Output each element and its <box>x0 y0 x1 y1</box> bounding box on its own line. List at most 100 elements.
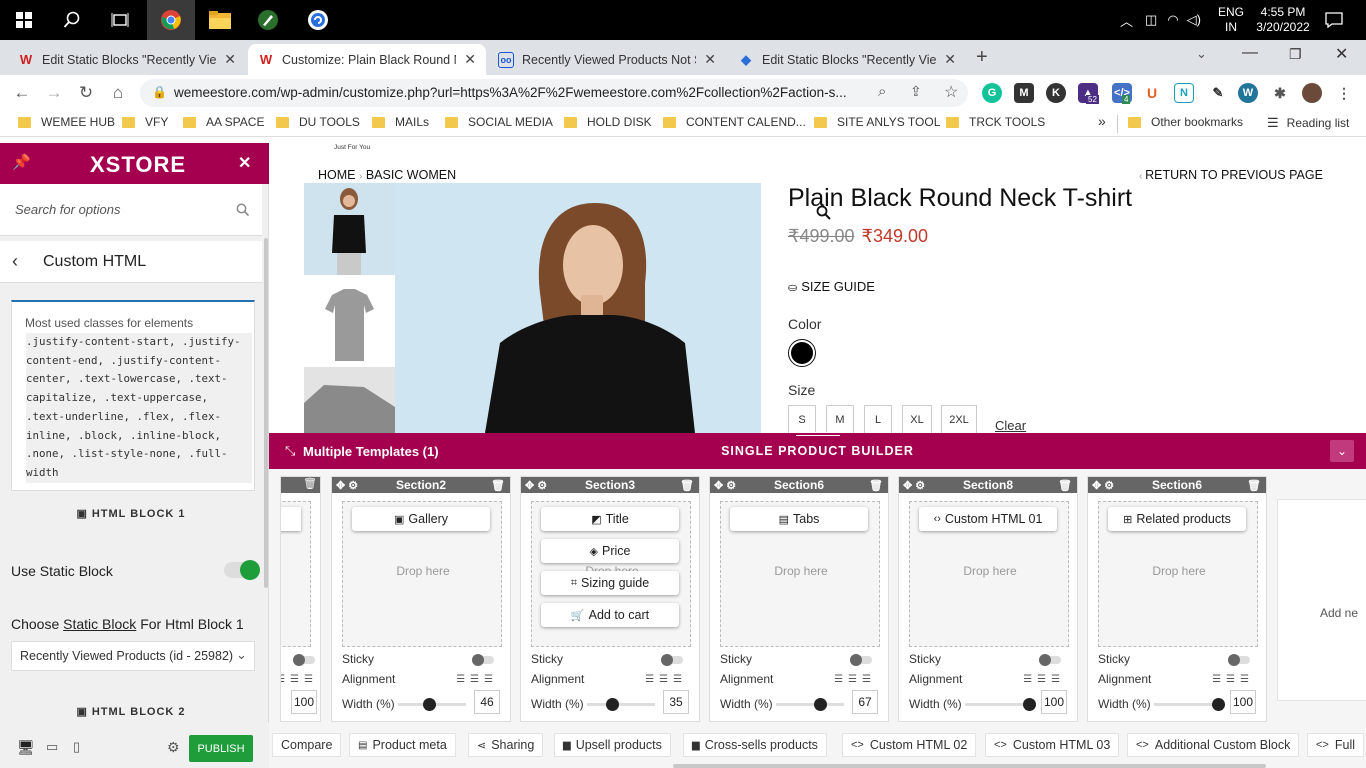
site-logo[interactable]: Just For You <box>331 143 395 157</box>
more-menu-icon[interactable]: ⋮ <box>1334 83 1354 103</box>
close-tab-icon[interactable]: ✕ <box>944 51 956 68</box>
color-swatch-black[interactable] <box>788 339 816 367</box>
width-input[interactable]: 35 <box>663 690 689 714</box>
trash-icon[interactable]: 🗑 <box>1058 479 1072 492</box>
collapse-chevron-icon[interactable]: ⌄ <box>1330 440 1354 462</box>
address-bar[interactable]: 🔒 wemeestore.com/wp-admin/customize.php?… <box>140 79 968 107</box>
reload-icon[interactable]: ↻ <box>74 81 98 105</box>
width-slider[interactable] <box>776 698 844 711</box>
tablet-preview-icon[interactable]: ▭ <box>46 739 58 755</box>
bookmark-folder[interactable]: CONTENT CALEND... <box>663 115 806 129</box>
task-view-icon[interactable] <box>96 0 144 40</box>
add-new-section[interactable]: Add ne <box>1277 499 1366 701</box>
width-slider[interactable] <box>965 698 1036 711</box>
block-chip[interactable]: ◩ Title <box>541 507 679 531</box>
alignment-icons[interactable]: ☰☰☰ <box>645 674 687 685</box>
alignment-icons[interactable]: ☰☰☰ <box>1212 674 1254 685</box>
search-input[interactable]: Search for options <box>15 202 121 217</box>
width-input[interactable]: 100 <box>291 690 317 714</box>
close-icon[interactable]: ✕ <box>238 153 251 173</box>
minimize-button[interactable]: — <box>1242 44 1258 62</box>
clock[interactable]: 4:55 PM 3/20/2022 <box>1254 5 1312 35</box>
browser-tab-1[interactable]: W Edit Static Blocks "Recently Viewed ✕ <box>8 44 246 75</box>
gallery-thumbnail[interactable] <box>304 183 395 275</box>
bookmark-folder[interactable]: SOCIAL MEDIA <box>445 115 553 129</box>
pin-icon[interactable]: 📌 <box>12 153 31 171</box>
product-main-image[interactable] <box>395 183 839 433</box>
block-cross-sells[interactable]: ▆ Cross-sells products <box>683 733 827 757</box>
bookmark-folder[interactable]: WEMEE HUB <box>18 115 115 129</box>
lock-icon[interactable]: 🔒 <box>152 85 167 99</box>
trash-icon[interactable]: 🗑 <box>491 479 505 492</box>
block-chip[interactable]: ◈ Price <box>541 539 679 563</box>
builder-section[interactable]: ✥ ⚙ Section6 🗑 Drop here ⊞ Related products St… <box>1087 476 1267 722</box>
slider-knob[interactable] <box>1023 698 1036 711</box>
section-header[interactable]: ✥ ⚙ Section2 🗑 <box>332 477 510 493</box>
profile-avatar[interactable] <box>1302 83 1322 103</box>
sticky-toggle[interactable] <box>1039 654 1061 666</box>
sidebar-scrollbar[interactable] <box>264 238 268 588</box>
file-explorer-icon[interactable] <box>196 0 244 40</box>
ublock-ext-icon[interactable]: U <box>1142 83 1162 103</box>
windows-start-icon[interactable] <box>0 0 48 40</box>
builder-section[interactable]: ✥ ⚙ Section2 🗑 Drop here ▣ Gallery Sticky Align… <box>331 476 511 722</box>
builder-section[interactable]: ✥ ⚙ Section8 🗑 Drop here ‹› Custom HTML 01 Sti… <box>898 476 1078 722</box>
builder-section[interactable]: ✥ ⚙ Section6 🗑 Drop here ▤ Tabs Sticky Alignmen… <box>709 476 889 722</box>
size-option-l[interactable]: L <box>864 405 892 435</box>
wifi-icon[interactable]: ◠ <box>1167 12 1178 28</box>
share-icon[interactable]: ⇪ <box>910 83 922 100</box>
back-chevron-icon[interactable]: ‹ <box>12 251 18 272</box>
other-bookmarks[interactable]: Other bookmarks <box>1128 115 1243 129</box>
forward-arrow-icon[interactable]: → <box>42 81 66 105</box>
reading-list[interactable]: ☰ Reading list <box>1267 115 1349 131</box>
bookmark-star-icon[interactable]: ☆ <box>944 82 958 102</box>
breadcrumb-home[interactable]: HOME <box>318 168 356 182</box>
volume-icon[interactable]: ◁) <box>1187 12 1201 28</box>
pen-app-icon[interactable] <box>244 0 292 40</box>
use-static-block-toggle[interactable] <box>224 560 260 580</box>
block-custom-html-03[interactable]: <> Custom HTML 03 <box>985 733 1120 757</box>
restore-button[interactable]: ❐ <box>1289 46 1302 63</box>
search-icon[interactable] <box>236 203 249 216</box>
close-tab-icon[interactable]: ✕ <box>224 51 236 68</box>
slider-knob[interactable] <box>814 698 827 711</box>
bookmark-folder[interactable]: VFY <box>122 115 168 129</box>
close-tab-icon[interactable]: ✕ <box>704 51 716 68</box>
trash-icon[interactable]: 🗑 <box>1247 479 1261 492</box>
block-chip[interactable]: ▣ Gallery <box>352 507 490 531</box>
new-tab-button[interactable]: + <box>976 46 988 69</box>
width-input[interactable]: 100 <box>1041 690 1067 714</box>
width-slider[interactable] <box>587 698 655 711</box>
sticky-toggle[interactable] <box>850 654 872 666</box>
section-header[interactable]: ✥ ⚙ Section8 🗑 <box>899 477 1077 493</box>
static-block-link[interactable]: Static Block <box>63 616 136 632</box>
gear-icon[interactable]: ⚙ <box>167 739 180 756</box>
block-chip[interactable]: 🛒 Add to cart <box>541 603 679 627</box>
alignment-icons[interactable]: ☰☰☰ <box>456 674 498 685</box>
static-block-select[interactable]: Recently Viewed Products (id - 25982) ⌄ <box>11 641 255 671</box>
browser-tab-2-active[interactable]: W Customize: Plain Black Round Ne ✕ <box>248 44 486 75</box>
trash-icon[interactable]: 🗑 <box>303 477 317 490</box>
block-compare[interactable]: Compare <box>272 733 342 757</box>
section-header[interactable]: ✥ ⚙ Section6 🗑 <box>1088 477 1266 493</box>
trash-icon[interactable]: 🗑 <box>869 479 883 492</box>
search-icon[interactable] <box>48 0 96 40</box>
move-settings-icon[interactable]: ✥ ⚙ <box>903 479 925 492</box>
move-settings-icon[interactable]: ✥ ⚙ <box>336 479 358 492</box>
eyedropper-ext-icon[interactable]: ✎ <box>1208 83 1228 103</box>
bookmark-folder[interactable]: SITE ANLYS TOOL <box>814 115 940 129</box>
size-guide-link[interactable]: ⛀ SIZE GUIDE <box>788 279 875 294</box>
block-chip[interactable]: ⌗ Sizing guide <box>541 571 679 595</box>
bookmark-folder[interactable]: MAILs <box>372 115 429 129</box>
close-tab-icon[interactable]: ✕ <box>464 51 476 68</box>
tab-search-chevron-icon[interactable]: ⌄ <box>1196 46 1207 62</box>
slider-knob[interactable] <box>423 698 436 711</box>
url-text[interactable]: wemeestore.com/wp-admin/customize.php?ur… <box>174 85 864 100</box>
meet-icon[interactable]: ◫ <box>1145 12 1157 28</box>
search-options-field[interactable]: Search for options <box>0 184 262 236</box>
zoom-search-icon[interactable]: ⌕ <box>878 83 886 100</box>
block-sharing[interactable]: ⋖ Sharing <box>468 733 544 757</box>
clear-selection-link[interactable]: Clear <box>995 418 1026 433</box>
block-chip[interactable]: ⊞ Related products <box>1108 507 1246 531</box>
gallery-thumbnail[interactable] <box>304 275 395 367</box>
